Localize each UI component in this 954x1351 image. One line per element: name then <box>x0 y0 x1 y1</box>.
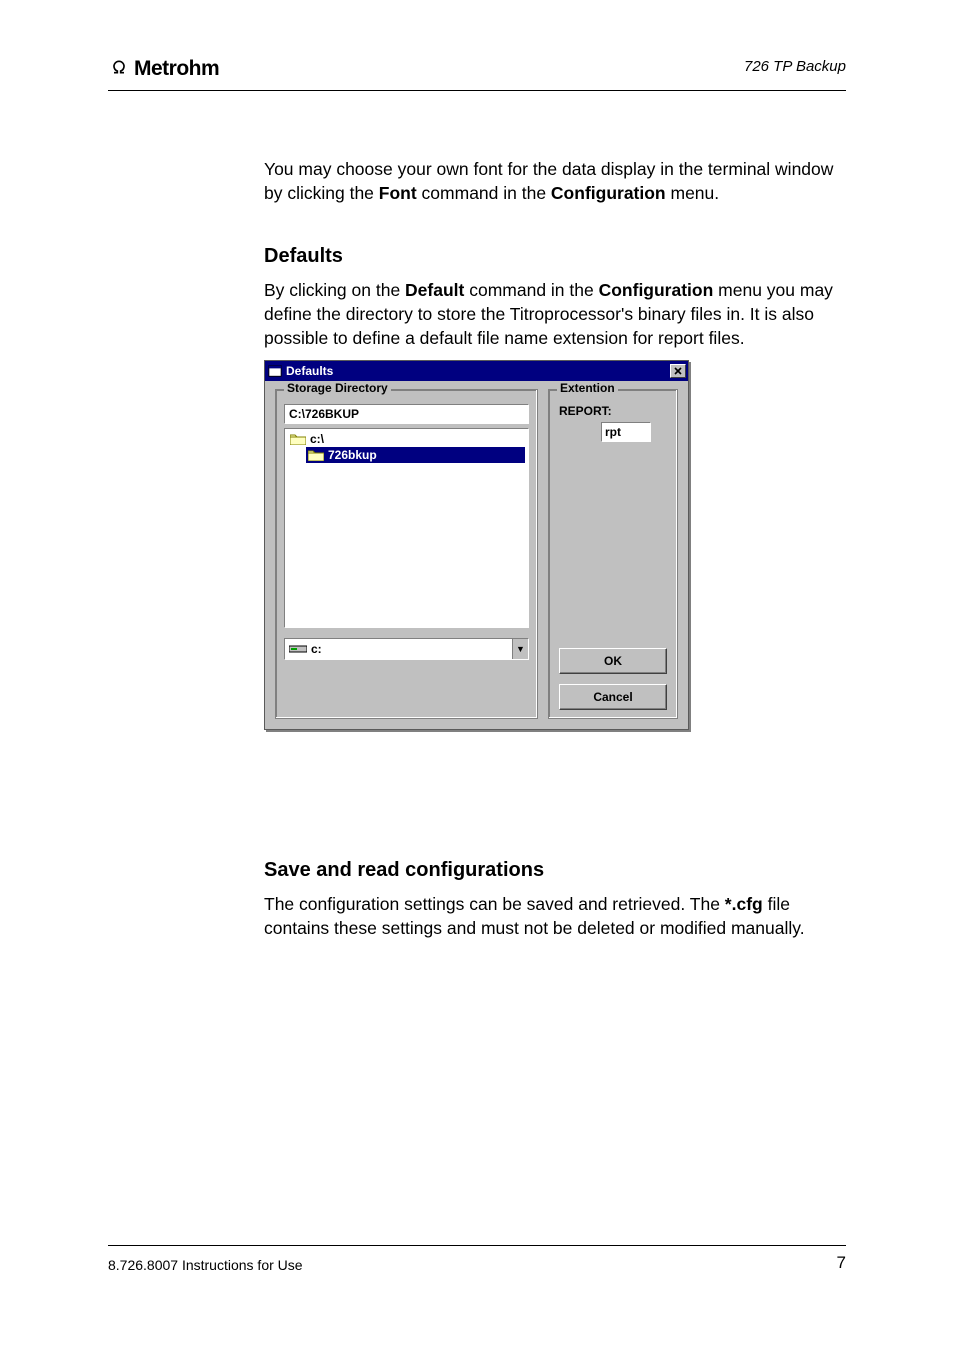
dialog-titlebar[interactable]: Defaults <box>265 361 688 381</box>
chevron-down-icon[interactable]: ▼ <box>512 639 528 659</box>
brand-name: Metrohm <box>134 57 219 81</box>
paragraph-font: You may choose your own font for the dat… <box>264 157 846 205</box>
group-extension-label: Extention <box>557 381 618 395</box>
paragraph-save-config: The configuration settings can be saved … <box>264 892 846 940</box>
defaults-dialog: Defaults Storage Directory C:\726BKUP c:… <box>264 360 689 730</box>
app-icon <box>268 364 282 378</box>
paragraph-defaults: By clicking on the Default command in th… <box>264 278 846 350</box>
close-button[interactable] <box>670 364 686 378</box>
tree-row-selected[interactable]: 726bkup <box>306 447 525 463</box>
footer-rule <box>108 1245 846 1246</box>
header-chapter: 726 TP Backup <box>744 58 846 75</box>
ext-report-label: REPORT: <box>559 404 667 418</box>
group-storage: Storage Directory C:\726BKUP c:\ 726bkup <box>275 389 538 719</box>
folder-open-icon <box>290 433 306 445</box>
path-input[interactable]: C:\726BKUP <box>284 404 529 424</box>
page-number: 7 <box>837 1253 846 1273</box>
group-extension: Extention REPORT: rpt OK Cancel <box>548 389 678 719</box>
brand-logo: Metrohm <box>108 56 219 82</box>
omega-icon <box>108 56 130 82</box>
dialog-title: Defaults <box>286 364 333 378</box>
heading-save-config: Save and read configurations <box>264 859 544 882</box>
ext-input[interactable]: rpt <box>601 422 651 442</box>
directory-tree[interactable]: c:\ 726bkup <box>284 428 529 628</box>
drive-icon <box>289 643 307 655</box>
group-storage-label: Storage Directory <box>284 381 391 395</box>
footer-doc-id: 8.726.8007 Instructions for Use <box>108 1257 303 1273</box>
cancel-button[interactable]: Cancel <box>559 684 667 710</box>
ok-button[interactable]: OK <box>559 648 667 674</box>
tree-row-root[interactable]: c:\ <box>288 431 525 447</box>
drive-select[interactable]: c: ▼ <box>284 638 529 660</box>
folder-open-icon <box>308 449 324 461</box>
heading-defaults: Defaults <box>264 245 343 268</box>
header-rule <box>108 90 846 91</box>
